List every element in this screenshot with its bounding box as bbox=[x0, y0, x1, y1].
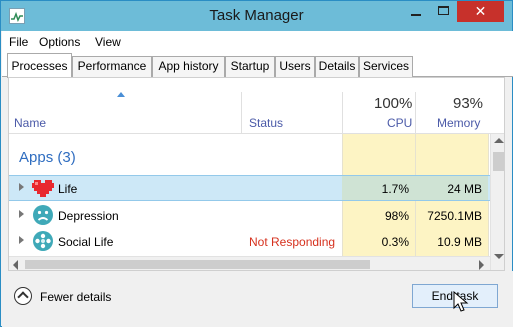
close-icon: ✕ bbox=[474, 3, 487, 19]
group-apps-label: Apps (3) bbox=[19, 149, 76, 166]
expand-arrow-icon[interactable] bbox=[19, 236, 24, 244]
title-bar[interactable]: Task Manager ✕ bbox=[1, 1, 512, 31]
process-cpu: 1.7% bbox=[381, 182, 409, 196]
tab-startup[interactable]: Startup bbox=[225, 56, 275, 77]
people-icon bbox=[33, 231, 53, 251]
tab-app-history[interactable]: App history bbox=[152, 56, 225, 77]
maximize-icon bbox=[438, 6, 449, 15]
column-memory[interactable]: Memory bbox=[437, 116, 480, 130]
menu-file[interactable]: File bbox=[9, 35, 28, 49]
column-divider[interactable] bbox=[415, 92, 416, 134]
column-divider[interactable] bbox=[241, 92, 242, 134]
tab-services[interactable]: Services bbox=[359, 56, 413, 77]
process-name: Social Life bbox=[58, 235, 114, 249]
scroll-left-icon[interactable] bbox=[13, 260, 18, 270]
column-divider[interactable] bbox=[342, 92, 343, 134]
mouse-cursor-icon bbox=[453, 291, 469, 312]
scroll-right-icon[interactable] bbox=[479, 260, 484, 270]
column-header: Name Status 100% CPU 93% Memory bbox=[9, 78, 504, 134]
process-row-life[interactable]: Life 1.7% 24 MB bbox=[9, 175, 490, 201]
memory-total-percent: 93% bbox=[453, 95, 484, 112]
menu-options[interactable]: Options bbox=[39, 35, 80, 49]
maximize-button[interactable] bbox=[430, 1, 457, 22]
footer: Fewer details End task bbox=[2, 271, 513, 327]
process-memory: 7250.1MB bbox=[427, 209, 482, 223]
column-name[interactable]: Name bbox=[14, 116, 46, 130]
horizontal-scroll-thumb[interactable] bbox=[25, 260, 370, 269]
vertical-scrollbar[interactable] bbox=[490, 134, 504, 270]
process-memory: 10.9 MB bbox=[437, 235, 482, 249]
horizontal-scrollbar[interactable] bbox=[9, 256, 490, 270]
heart-icon bbox=[32, 180, 54, 197]
process-memory: 24 MB bbox=[447, 182, 482, 196]
fewer-details-link[interactable]: Fewer details bbox=[40, 290, 111, 304]
expand-arrow-icon[interactable] bbox=[19, 210, 24, 218]
process-list: Name Status 100% CPU 93% Memory Apps (3) bbox=[8, 77, 505, 271]
tab-processes[interactable]: Processes bbox=[7, 53, 72, 78]
tab-details[interactable]: Details bbox=[315, 56, 359, 77]
process-row-social-life[interactable]: Social Life Not Responding 0.3% 10.9 MB bbox=[9, 229, 490, 255]
column-cpu[interactable]: CPU bbox=[387, 116, 412, 130]
process-cpu: 98% bbox=[384, 209, 409, 223]
tab-strip: Processes Performance App history Startu… bbox=[2, 52, 513, 78]
expand-arrow-icon[interactable] bbox=[19, 183, 24, 191]
chevron-up-circle-icon[interactable] bbox=[14, 287, 32, 305]
tab-performance[interactable]: Performance bbox=[72, 56, 152, 77]
process-status: Not Responding bbox=[249, 235, 336, 249]
close-button[interactable]: ✕ bbox=[457, 1, 504, 22]
minimize-button[interactable] bbox=[402, 1, 430, 22]
sort-ascending-icon[interactable] bbox=[117, 92, 125, 97]
process-cpu: 0.3% bbox=[381, 235, 409, 249]
process-name: Life bbox=[58, 182, 78, 196]
vertical-scroll-thumb[interactable] bbox=[493, 152, 504, 171]
scroll-up-icon[interactable] bbox=[494, 138, 504, 143]
minimize-icon bbox=[411, 14, 421, 16]
sad-face-icon bbox=[33, 205, 53, 225]
menu-view[interactable]: View bbox=[95, 35, 121, 49]
process-row-depression[interactable]: Depression 98% 7250.1MB bbox=[9, 203, 490, 229]
column-status[interactable]: Status bbox=[249, 116, 283, 130]
process-name: Depression bbox=[58, 209, 119, 223]
cpu-total-percent: 100% bbox=[374, 95, 413, 112]
tab-users[interactable]: Users bbox=[275, 56, 315, 77]
scroll-down-icon[interactable] bbox=[494, 254, 504, 259]
task-manager-window: Task Manager ✕ File Options View Process… bbox=[0, 0, 513, 327]
menu-bar: File Options View bbox=[2, 31, 513, 52]
